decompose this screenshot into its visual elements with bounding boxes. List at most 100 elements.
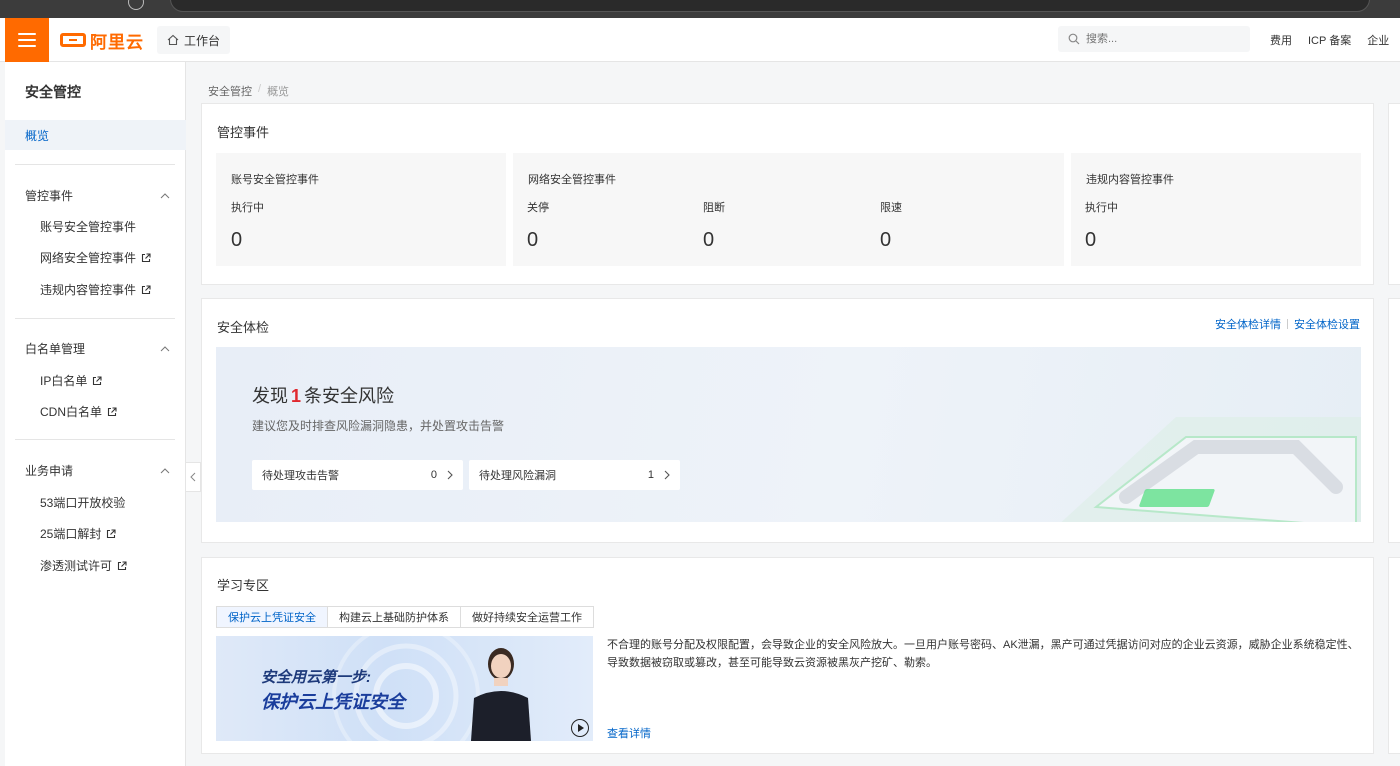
headline-prefix: 发现 <box>252 386 288 406</box>
presenter-figure <box>471 648 531 741</box>
workbench-button[interactable]: 工作台 <box>157 26 231 54</box>
sidebar-item-content-events[interactable]: 违规内容管控事件 <box>40 281 151 298</box>
sidebar-group-applications[interactable]: 业务申请 <box>25 462 170 479</box>
workbench-label: 工作台 <box>184 33 221 48</box>
top-link-enterprise[interactable]: 企业 <box>1367 32 1389 48</box>
stat-value: 0 <box>703 229 715 251</box>
stat-col: 执行中 0 <box>231 199 264 252</box>
pill-value: 0 <box>430 469 437 481</box>
stat-label: 执行中 <box>1085 202 1118 214</box>
stat-label: 关停 <box>527 202 549 214</box>
right-panel-edge <box>1388 298 1400 543</box>
security-check-card: 安全体检 安全体检详情 安全体检设置 发现 1 条安全风险 建议您及时排查风险漏洞隐… <box>201 298 1374 543</box>
top-bar: 阿里云 工作台 费用 ICP 备案 企业 <box>0 18 1400 62</box>
stat-title: 网络安全管控事件 <box>528 174 616 186</box>
reload-icon[interactable] <box>128 0 144 10</box>
network-events-box[interactable]: 网络安全管控事件 关停 0 阻断 0 限速 0 <box>513 153 1064 266</box>
sidebar-item-label: 违规内容管控事件 <box>40 283 137 297</box>
check-detail-link[interactable]: 安全体检详情 <box>1215 316 1281 332</box>
right-panel-edge <box>1388 103 1400 285</box>
stat-col: 阻断 0 <box>703 199 725 252</box>
sidebar-item-label: 53端口开放校验 <box>40 496 126 510</box>
divider <box>1287 319 1288 329</box>
breadcrumb-root[interactable]: 安全管控 <box>208 83 252 99</box>
view-details-link[interactable]: 查看详情 <box>607 725 651 741</box>
stat-value: 0 <box>231 229 243 251</box>
sidebar-item-label: 渗透测试许可 <box>40 559 113 573</box>
tab-basic-protection[interactable]: 构建云上基础防护体系 <box>327 607 460 627</box>
chevron-up-icon <box>160 192 170 198</box>
tab-credential-security[interactable]: 保护云上凭证安全 <box>217 607 327 627</box>
sidebar-item-port53[interactable]: 53端口开放校验 <box>40 494 125 511</box>
card-title: 学习专区 <box>217 578 270 593</box>
stat-value: 0 <box>527 229 539 251</box>
pill-label: 待处理攻击告警 <box>262 470 339 482</box>
breadcrumb-current: 概览 <box>267 86 290 98</box>
chevron-right-icon <box>664 470 670 480</box>
divider <box>15 164 175 165</box>
pending-vulns-pill[interactable]: 待处理风险漏洞 1 <box>469 460 680 490</box>
sidebar-item-label: 账号安全管控事件 <box>40 220 137 234</box>
risk-count: 1 <box>291 386 302 406</box>
search-input[interactable] <box>1086 33 1226 45</box>
stat-label: 阻断 <box>703 202 725 214</box>
external-link-icon <box>107 406 117 416</box>
menu-icon[interactable] <box>5 18 49 62</box>
external-link-icon <box>141 284 151 294</box>
risk-subtitle: 建议您及时排查风险漏洞隐患，并处置攻击告警 <box>252 419 505 433</box>
risk-headline: 发现 1 条安全风险 <box>252 382 394 408</box>
sidebar-item-pentest[interactable]: 渗透测试许可 <box>40 557 127 574</box>
sidebar-item-port25[interactable]: 25端口解封 <box>40 525 116 542</box>
address-bar[interactable] <box>170 0 1370 12</box>
video-thumbnail[interactable]: 安全用云第一步: 保护云上凭证安全 <box>216 636 593 741</box>
sidebar-group-events[interactable]: 管控事件 <box>25 187 170 204</box>
sidebar-group-label: 管控事件 <box>25 189 74 203</box>
breadcrumb: 安全管控 / 概览 <box>208 83 289 99</box>
sidebar-group-label: 业务申请 <box>25 464 74 478</box>
sidebar-item-account-events[interactable]: 账号安全管控事件 <box>40 218 136 235</box>
external-link-icon <box>107 528 116 538</box>
aliyun-logo[interactable]: 阿里云 <box>60 29 144 52</box>
chevron-up-icon <box>160 345 170 351</box>
browser-chrome <box>0 0 1400 18</box>
sidebar-collapse-button[interactable] <box>186 462 201 492</box>
headline-suffix: 条安全风险 <box>304 386 395 406</box>
sidebar-item-ip-whitelist[interactable]: IP白名单 <box>40 372 102 389</box>
sidebar-item-label: CDN白名单 <box>40 405 102 419</box>
sidebar-item-overview[interactable]: 概览 <box>5 120 186 150</box>
stat-value: 0 <box>880 229 892 251</box>
top-link-icp[interactable]: ICP 备案 <box>1308 32 1351 48</box>
right-panel-edge <box>1388 557 1400 754</box>
chevron-right-icon <box>447 470 453 480</box>
events-card: 管控事件 账号安全管控事件 执行中 0 网络安全管控事件 关停 0 阻断 0 限… <box>201 103 1374 285</box>
account-events-box[interactable]: 账号安全管控事件 执行中 0 <box>216 153 506 266</box>
logo-mark-icon <box>60 33 86 47</box>
search-box[interactable] <box>1058 26 1250 52</box>
top-links: 费用 ICP 备案 企业 <box>1270 32 1389 48</box>
pill-value-group: 1 <box>648 469 670 481</box>
play-icon[interactable] <box>571 719 589 737</box>
sidebar-item-cdn-whitelist[interactable]: CDN白名单 <box>40 403 117 420</box>
video-caption-line2: 保护云上凭证安全 <box>261 692 405 712</box>
tab-continuous-operations[interactable]: 做好持续安全运营工作 <box>460 607 593 627</box>
stat-col: 关停 0 <box>527 199 549 252</box>
sidebar-item-label: 网络安全管控事件 <box>40 251 137 265</box>
top-link-fees[interactable]: 费用 <box>1270 32 1292 48</box>
sidebar-group-whitelist[interactable]: 白名单管理 <box>25 340 170 357</box>
check-settings-link[interactable]: 安全体检设置 <box>1294 316 1360 332</box>
divider <box>15 318 175 319</box>
stat-label: 限速 <box>880 202 902 214</box>
external-link-icon <box>117 560 127 570</box>
external-link-icon <box>141 252 151 262</box>
sidebar-item-label: IP白名单 <box>40 374 88 388</box>
stat-title: 违规内容管控事件 <box>1086 174 1174 186</box>
learning-card: 学习专区 保护云上凭证安全 构建云上基础防护体系 做好持续安全运营工作 安全用云… <box>201 557 1374 754</box>
risk-banner: 发现 1 条安全风险 建议您及时排查风险漏洞隐患，并处置攻击告警 待处理攻击告警 0… <box>216 347 1361 522</box>
pill-value-group: 0 <box>431 469 453 481</box>
sidebar-item-network-events[interactable]: 网络安全管控事件 <box>40 249 151 266</box>
home-icon <box>167 34 179 46</box>
external-link-icon <box>93 375 102 385</box>
content-events-box[interactable]: 违规内容管控事件 执行中 0 <box>1071 153 1361 266</box>
pending-alerts-pill[interactable]: 待处理攻击告警 0 <box>252 460 463 490</box>
learning-description: 不合理的账号分配及权限配置，会导致企业的安全风险放大。一旦用户账号密码、AK泄漏… <box>607 639 1359 669</box>
